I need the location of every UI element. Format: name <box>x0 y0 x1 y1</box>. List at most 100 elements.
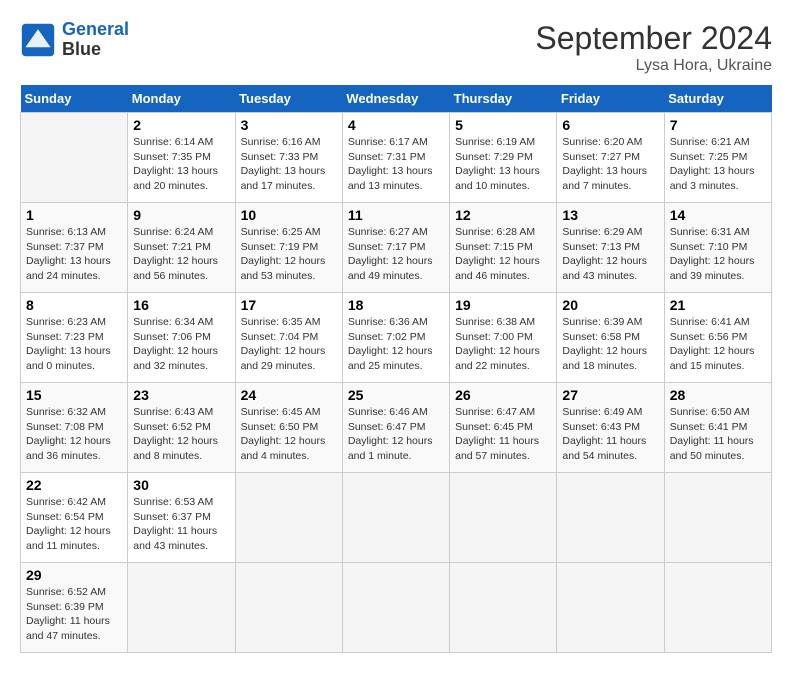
day-number: 18 <box>348 297 444 313</box>
day-cell: 12 Sunrise: 6:28 AMSunset: 7:15 PMDayligh… <box>450 203 557 293</box>
day-cell: 3 Sunrise: 6:16 AMSunset: 7:33 PMDaylight… <box>235 113 342 203</box>
day-cell: 29 Sunrise: 6:52 AMSunset: 6:39 PMDayligh… <box>21 563 128 653</box>
day-number: 1 <box>26 207 122 223</box>
day-info: Sunrise: 6:13 AMSunset: 7:37 PMDaylight:… <box>26 226 111 282</box>
week-row-5: 22Sunrise: 6:42 AMSunset: 6:54 PMDayligh… <box>21 473 772 563</box>
day-cell <box>128 563 235 653</box>
day-number: 20 <box>562 297 658 313</box>
day-cell: 7Sunrise: 6:21 AMSunset: 7:25 PMDaylight… <box>664 113 771 203</box>
week-row-1: 2 Sunrise: 6:14 AMSunset: 7:35 PMDaylight… <box>21 113 772 203</box>
day-cell: 16 Sunrise: 6:34 AMSunset: 7:06 PMDayligh… <box>128 293 235 383</box>
day-info: Sunrise: 6:27 AMSunset: 7:17 PMDaylight:… <box>348 226 433 282</box>
day-info: Sunrise: 6:38 AMSunset: 7:00 PMDaylight:… <box>455 316 540 372</box>
day-number: 19 <box>455 297 551 313</box>
day-number: 14 <box>670 207 766 223</box>
day-number: 10 <box>241 207 337 223</box>
day-cell: 19 Sunrise: 6:38 AMSunset: 7:00 PMDayligh… <box>450 293 557 383</box>
header: General Blue September 2024 Lysa Hora, U… <box>20 20 772 75</box>
day-info: Sunrise: 6:19 AMSunset: 7:29 PMDaylight:… <box>455 136 540 192</box>
calendar-table: SundayMondayTuesdayWednesdayThursdayFrid… <box>20 85 772 653</box>
day-cell: 15Sunrise: 6:32 AMSunset: 7:08 PMDayligh… <box>21 383 128 473</box>
day-info: Sunrise: 6:45 AMSunset: 6:50 PMDaylight:… <box>241 406 326 462</box>
day-cell <box>342 473 449 563</box>
day-number: 2 <box>133 117 229 133</box>
day-cell: 23Sunrise: 6:43 AMSunset: 6:52 PMDayligh… <box>128 383 235 473</box>
day-cell <box>664 563 771 653</box>
day-cell <box>342 563 449 653</box>
day-number: 3 <box>241 117 337 133</box>
day-info: Sunrise: 6:29 AMSunset: 7:13 PMDaylight:… <box>562 226 647 282</box>
day-cell: 9 Sunrise: 6:24 AMSunset: 7:21 PMDaylight… <box>128 203 235 293</box>
day-info: Sunrise: 6:17 AMSunset: 7:31 PMDaylight:… <box>348 136 433 192</box>
day-info: Sunrise: 6:52 AMSunset: 6:39 PMDaylight:… <box>26 586 110 642</box>
location-title: Lysa Hora, Ukraine <box>535 57 772 75</box>
day-number: 11 <box>348 207 444 223</box>
day-cell: 20 Sunrise: 6:39 AMSunset: 6:58 PMDayligh… <box>557 293 664 383</box>
day-info: Sunrise: 6:39 AMSunset: 6:58 PMDaylight:… <box>562 316 647 372</box>
week-row-3: 8Sunrise: 6:23 AMSunset: 7:23 PMDaylight… <box>21 293 772 383</box>
week-row-4: 15Sunrise: 6:32 AMSunset: 7:08 PMDayligh… <box>21 383 772 473</box>
day-cell: 8Sunrise: 6:23 AMSunset: 7:23 PMDaylight… <box>21 293 128 383</box>
day-info: Sunrise: 6:47 AMSunset: 6:45 PMDaylight:… <box>455 406 539 462</box>
logo-line2: Blue <box>62 40 129 60</box>
title-area: September 2024 Lysa Hora, Ukraine <box>535 20 772 75</box>
day-number: 13 <box>562 207 658 223</box>
logo: General Blue <box>20 20 129 60</box>
day-number: 6 <box>562 117 658 133</box>
day-info: Sunrise: 6:16 AMSunset: 7:33 PMDaylight:… <box>241 136 326 192</box>
month-title: September 2024 <box>535 20 772 57</box>
day-cell: 1 Sunrise: 6:13 AMSunset: 7:37 PMDaylight… <box>21 203 128 293</box>
day-number: 21 <box>670 297 766 313</box>
day-number: 12 <box>455 207 551 223</box>
day-info: Sunrise: 6:31 AMSunset: 7:10 PMDaylight:… <box>670 226 755 282</box>
day-cell: 28Sunrise: 6:50 AMSunset: 6:41 PMDayligh… <box>664 383 771 473</box>
day-cell: 27Sunrise: 6:49 AMSunset: 6:43 PMDayligh… <box>557 383 664 473</box>
day-cell: 4Sunrise: 6:17 AMSunset: 7:31 PMDaylight… <box>342 113 449 203</box>
day-number: 16 <box>133 297 229 313</box>
day-cell: 30Sunrise: 6:53 AMSunset: 6:37 PMDayligh… <box>128 473 235 563</box>
weekday-header-row: SundayMondayTuesdayWednesdayThursdayFrid… <box>21 85 772 113</box>
weekday-saturday: Saturday <box>664 85 771 113</box>
week-row-6: 29 Sunrise: 6:52 AMSunset: 6:39 PMDayligh… <box>21 563 772 653</box>
weekday-thursday: Thursday <box>450 85 557 113</box>
day-cell: 6 Sunrise: 6:20 AMSunset: 7:27 PMDaylight… <box>557 113 664 203</box>
week-row-2: 1 Sunrise: 6:13 AMSunset: 7:37 PMDaylight… <box>21 203 772 293</box>
day-cell <box>450 563 557 653</box>
day-cell <box>21 113 128 203</box>
day-cell: 17Sunrise: 6:35 AMSunset: 7:04 PMDayligh… <box>235 293 342 383</box>
day-info: Sunrise: 6:21 AMSunset: 7:25 PMDaylight:… <box>670 136 755 192</box>
weekday-sunday: Sunday <box>21 85 128 113</box>
day-number: 25 <box>348 387 444 403</box>
day-cell: 18Sunrise: 6:36 AMSunset: 7:02 PMDayligh… <box>342 293 449 383</box>
day-info: Sunrise: 6:41 AMSunset: 6:56 PMDaylight:… <box>670 316 755 372</box>
day-info: Sunrise: 6:35 AMSunset: 7:04 PMDaylight:… <box>241 316 326 372</box>
day-number: 23 <box>133 387 229 403</box>
weekday-friday: Friday <box>557 85 664 113</box>
day-cell <box>450 473 557 563</box>
day-cell <box>557 563 664 653</box>
day-number: 5 <box>455 117 551 133</box>
day-cell: 25 Sunrise: 6:46 AMSunset: 6:47 PMDayligh… <box>342 383 449 473</box>
day-info: Sunrise: 6:49 AMSunset: 6:43 PMDaylight:… <box>562 406 646 462</box>
day-info: Sunrise: 6:34 AMSunset: 7:06 PMDaylight:… <box>133 316 218 372</box>
day-cell <box>235 563 342 653</box>
day-cell: 21 Sunrise: 6:41 AMSunset: 6:56 PMDayligh… <box>664 293 771 383</box>
day-info: Sunrise: 6:25 AMSunset: 7:19 PMDaylight:… <box>241 226 326 282</box>
day-info: Sunrise: 6:14 AMSunset: 7:35 PMDaylight:… <box>133 136 218 192</box>
day-number: 22 <box>26 477 122 493</box>
day-info: Sunrise: 6:23 AMSunset: 7:23 PMDaylight:… <box>26 316 111 372</box>
day-cell <box>664 473 771 563</box>
day-number: 29 <box>26 567 122 583</box>
calendar-body: 2 Sunrise: 6:14 AMSunset: 7:35 PMDaylight… <box>21 113 772 653</box>
day-cell <box>557 473 664 563</box>
day-number: 24 <box>241 387 337 403</box>
day-info: Sunrise: 6:28 AMSunset: 7:15 PMDaylight:… <box>455 226 540 282</box>
day-info: Sunrise: 6:20 AMSunset: 7:27 PMDaylight:… <box>562 136 647 192</box>
day-number: 9 <box>133 207 229 223</box>
day-info: Sunrise: 6:46 AMSunset: 6:47 PMDaylight:… <box>348 406 433 462</box>
logo-text: General Blue <box>62 20 129 60</box>
day-info: Sunrise: 6:24 AMSunset: 7:21 PMDaylight:… <box>133 226 218 282</box>
day-number: 15 <box>26 387 122 403</box>
weekday-wednesday: Wednesday <box>342 85 449 113</box>
day-number: 26 <box>455 387 551 403</box>
